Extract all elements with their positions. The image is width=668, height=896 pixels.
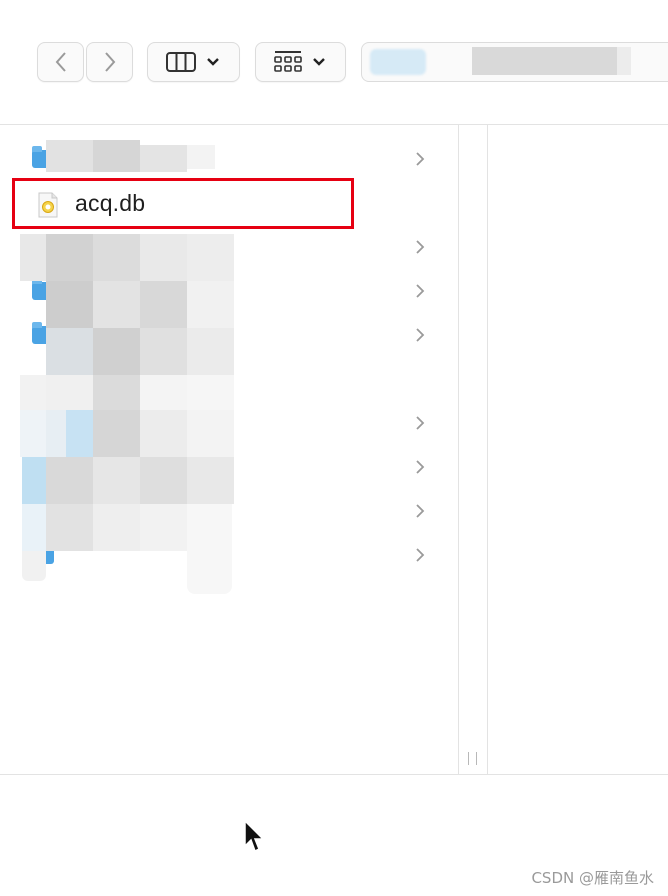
columns-icon — [166, 52, 196, 72]
redaction-tile — [20, 410, 46, 457]
column-resize-handle[interactable] — [468, 752, 477, 765]
chevron-right-icon — [416, 328, 425, 342]
chevron-right-icon — [416, 504, 425, 518]
redaction-tile — [140, 410, 187, 457]
redaction-tile — [187, 281, 234, 328]
redaction-tile — [187, 457, 234, 504]
redaction-tile — [46, 504, 93, 551]
watermark-text: CSDN @雁南鱼水 — [531, 869, 654, 887]
redaction-tile — [93, 504, 140, 551]
redaction-tile — [140, 281, 187, 328]
grid-icon — [274, 51, 302, 72]
redaction-tile — [46, 328, 93, 375]
redaction-tile — [46, 457, 93, 504]
redaction-tile — [93, 140, 140, 172]
redaction-tile — [140, 504, 187, 551]
redaction-tile — [140, 234, 187, 281]
empty-column[interactable] — [488, 125, 668, 775]
redaction-tile — [93, 410, 140, 457]
forward-button[interactable] — [86, 42, 133, 82]
redaction-tile — [93, 328, 140, 375]
chevron-right-icon — [416, 548, 425, 562]
redaction-tile — [187, 234, 234, 281]
chevron-right-icon — [416, 460, 425, 474]
finder-toolbar — [0, 0, 668, 124]
redaction-tile — [140, 457, 187, 504]
chevron-right-icon — [416, 284, 425, 298]
redaction-tile — [22, 551, 46, 581]
database-file-icon — [38, 192, 58, 218]
redaction-tile — [46, 234, 93, 281]
chevron-right-icon — [416, 240, 425, 254]
redaction-tile — [66, 410, 93, 457]
redaction-tile — [22, 457, 46, 504]
chevron-right-icon — [416, 152, 425, 166]
redaction-tile — [187, 328, 234, 375]
back-button[interactable] — [37, 42, 84, 82]
chevron-right-icon — [416, 416, 425, 430]
chevron-down-icon — [207, 58, 219, 66]
redacted-path-segment — [617, 47, 631, 75]
redaction-tile — [22, 504, 46, 551]
redaction-tile — [46, 140, 93, 172]
redaction-tile — [140, 145, 187, 172]
redaction-tile — [46, 410, 66, 457]
redaction-tile — [187, 504, 232, 594]
redaction-tile — [187, 410, 234, 457]
redaction-tile — [20, 234, 46, 281]
redacted-path-segment — [472, 47, 617, 75]
redacted-path-segment — [370, 49, 426, 75]
view-mode-button[interactable] — [147, 42, 240, 82]
file-name: acq.db — [75, 190, 146, 216]
chevron-right-icon — [104, 52, 115, 72]
mouse-cursor-icon — [244, 820, 265, 853]
redaction-tile — [46, 281, 93, 328]
redaction-tile — [93, 457, 140, 504]
selected-file-row[interactable]: acq.db — [12, 178, 354, 229]
chevron-down-icon — [313, 58, 325, 66]
redaction-tile — [93, 234, 140, 281]
redaction-tile — [140, 328, 187, 375]
redaction-tile — [93, 281, 140, 328]
path-bar[interactable] — [361, 42, 668, 82]
group-button[interactable] — [255, 42, 346, 82]
redaction-tile — [187, 145, 215, 169]
column-divider[interactable] — [458, 125, 488, 775]
chevron-left-icon — [55, 52, 66, 72]
